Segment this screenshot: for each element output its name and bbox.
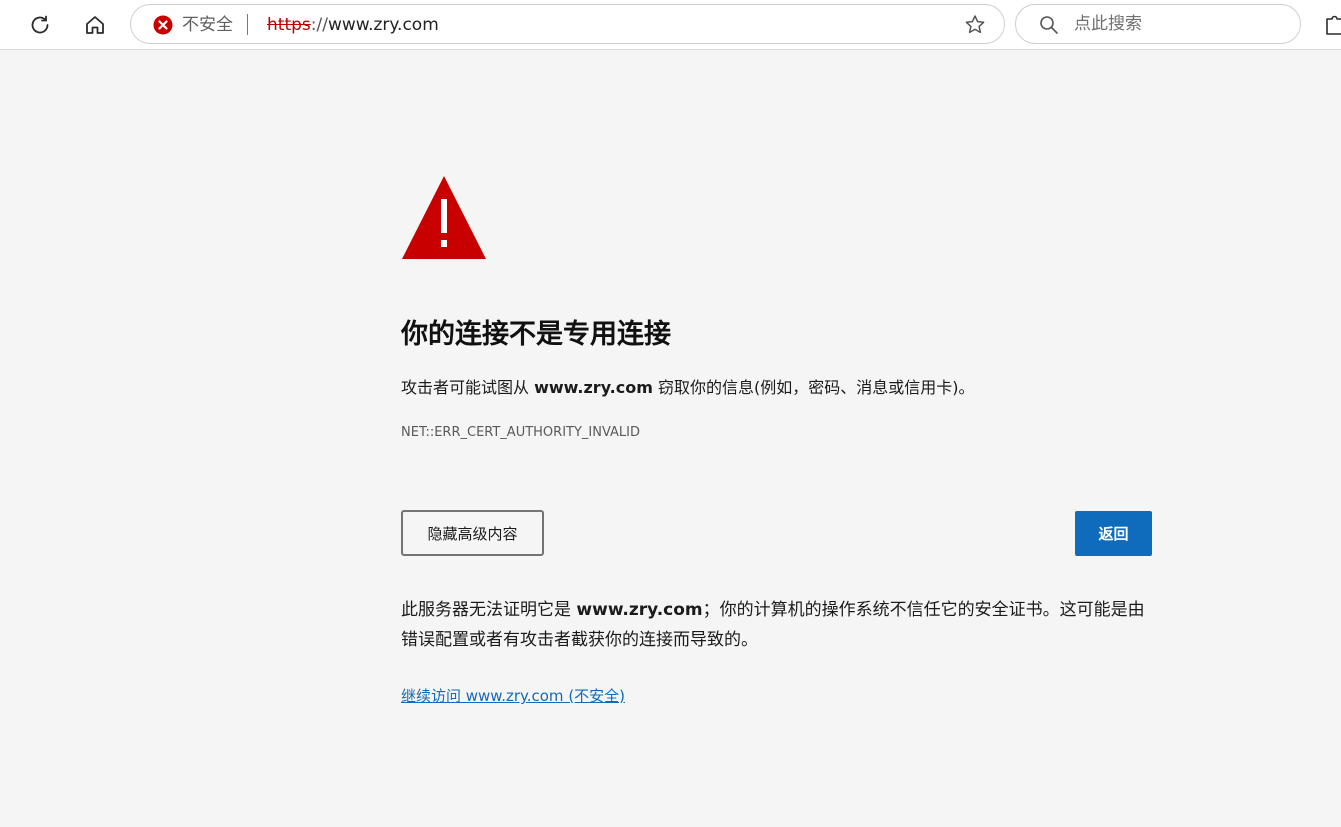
back-button[interactable]: 返回 xyxy=(1075,511,1152,556)
detail-text-before: 此服务器无法证明它是 xyxy=(401,600,577,620)
url-separator: :// xyxy=(310,15,328,35)
not-secure-icon[interactable] xyxy=(153,15,173,35)
url-text[interactable]: https://www.zry.com xyxy=(267,14,439,36)
warning-description: 攻击者可能试图从 www.zry.com 窃取你的信息(例如，密码、消息或信用卡… xyxy=(401,376,974,400)
desc-text-after: 窃取你的信息(例如，密码、消息或信用卡)。 xyxy=(652,378,975,397)
error-code: NET::ERR_CERT_AUTHORITY_INVALID xyxy=(401,425,641,440)
address-divider xyxy=(247,14,248,35)
page-title: 你的连接不是专用连接 xyxy=(401,319,671,350)
hide-advanced-button[interactable]: 隐藏高级内容 xyxy=(401,510,544,556)
security-status-label[interactable]: 不安全 xyxy=(182,14,233,36)
browser-toolbar: 不安全 https://www.zry.com xyxy=(0,0,1341,50)
advanced-details: 此服务器无法证明它是 www.zry.com；你的计算机的操作系统不信任它的安全… xyxy=(401,595,1151,655)
favorite-star-icon[interactable] xyxy=(963,13,987,37)
search-icon xyxy=(1038,14,1060,36)
detail-host: www.zry.com xyxy=(576,600,703,620)
address-bar[interactable]: 不安全 https://www.zry.com xyxy=(130,4,1005,44)
proceed-unsafe-link[interactable]: 继续访问 www.zry.com (不安全) xyxy=(401,684,625,708)
url-scheme: https xyxy=(267,15,311,35)
desc-host: www.zry.com xyxy=(534,378,653,397)
search-input[interactable] xyxy=(1074,11,1284,37)
desc-text-before: 攻击者可能试图从 xyxy=(401,378,535,397)
url-host: www.zry.com xyxy=(327,15,439,35)
search-box[interactable] xyxy=(1015,4,1301,44)
extensions-icon[interactable] xyxy=(1322,11,1341,37)
refresh-icon[interactable] xyxy=(24,9,56,41)
home-icon[interactable] xyxy=(79,9,111,41)
warning-triangle-icon xyxy=(401,174,487,260)
